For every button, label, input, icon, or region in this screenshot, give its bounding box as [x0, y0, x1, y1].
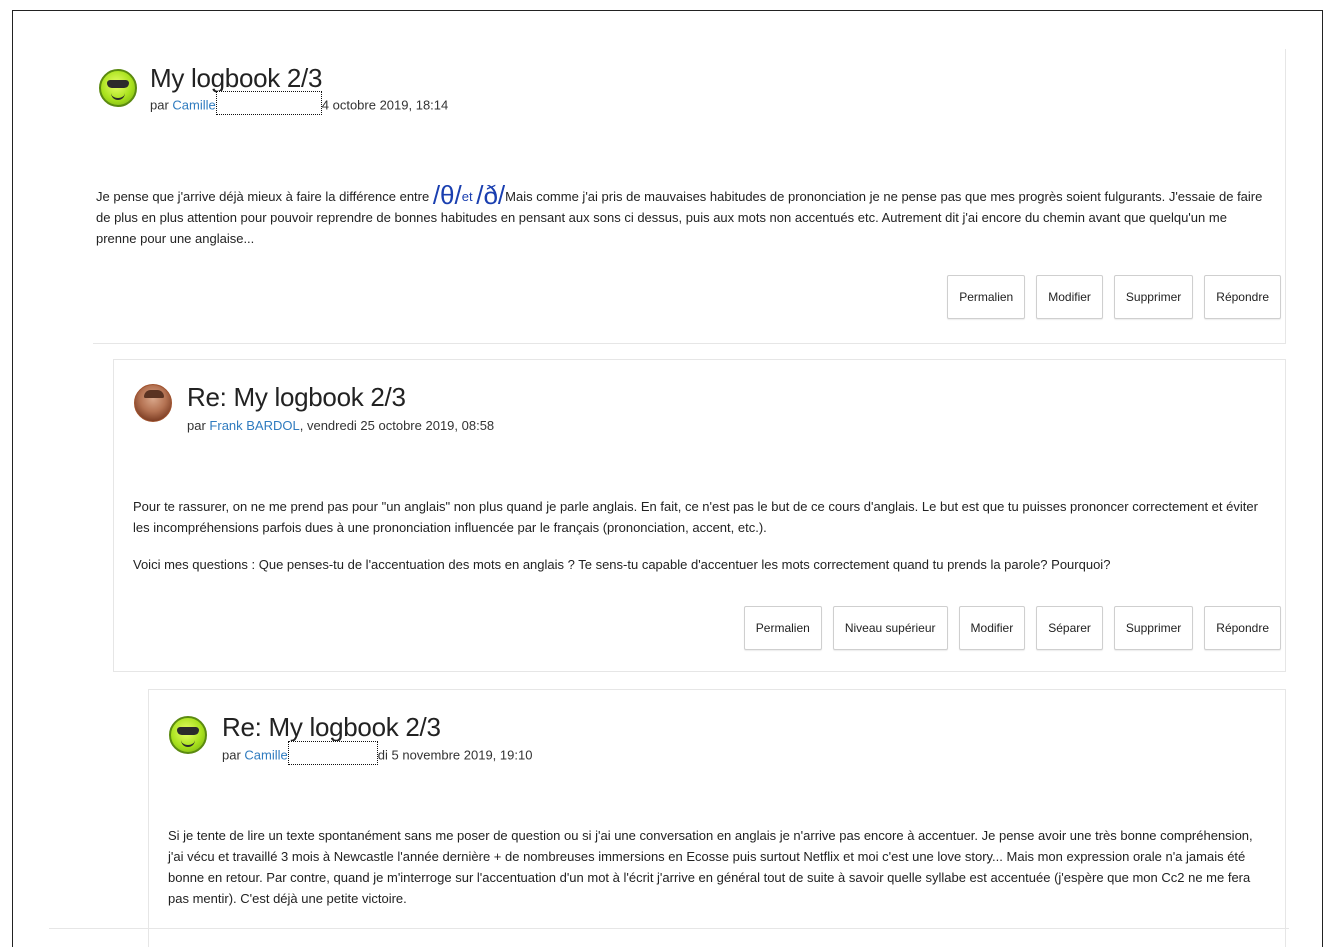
permalink-button[interactable]: Permalien: [947, 275, 1026, 319]
post-meta: par Camille 4 octobre 2019, 18:14: [150, 91, 449, 115]
author-link[interactable]: Camille: [172, 97, 215, 112]
reply-button[interactable]: Répondre: [1204, 606, 1281, 650]
post-meta: par Camille di 5 novembre 2019, 19:10: [222, 741, 533, 765]
parent-post-button[interactable]: Niveau supérieur: [832, 606, 948, 650]
post-title: My logbook 2/3: [150, 63, 323, 93]
author-link[interactable]: Frank BARDOL: [209, 418, 299, 433]
forum-post: My logbook 2/3 par Camille 4 octobre 2019…: [93, 49, 1286, 344]
author-link[interactable]: Camille: [244, 747, 287, 762]
redaction-box: [215, 91, 322, 115]
user-avatar[interactable]: [99, 69, 137, 107]
post-title: Re: My logbook 2/3: [222, 712, 441, 742]
by-label: par: [187, 418, 206, 433]
post-body: Pour te rassurer, on ne me prend pas pou…: [133, 496, 1268, 591]
post-date: , vendredi 25 octobre 2019, 08:58: [299, 418, 495, 433]
forum-thread: My logbook 2/3 par Camille 4 octobre 2019…: [12, 10, 1323, 947]
divider: [49, 928, 1289, 929]
edit-button[interactable]: Modifier: [958, 606, 1026, 650]
split-button[interactable]: Séparer: [1036, 606, 1103, 650]
by-label: par: [150, 97, 169, 113]
post-body: Je pense que j'arrive déjà mieux à faire…: [96, 182, 1266, 249]
post-date: 4 octobre 2019, 18:14: [321, 97, 449, 113]
post-title: Re: My logbook 2/3: [187, 382, 406, 412]
permalink-button[interactable]: Permalien: [743, 606, 822, 650]
conjunction-text: et: [461, 189, 473, 204]
by-label: par: [222, 747, 241, 763]
post-actions: Permalien Niveau supérieur Modifier Sépa…: [743, 606, 1281, 650]
post-date: di 5 novembre 2019, 19:10: [377, 747, 533, 763]
redaction-box: [287, 741, 378, 765]
forum-post-reply: Re: My logbook 2/3 par Frank BARDOL, ven…: [113, 359, 1286, 672]
edit-button[interactable]: Modifier: [1036, 275, 1103, 319]
user-avatar[interactable]: [134, 384, 172, 422]
body-paragraph: Pour te rassurer, on ne me prend pas pou…: [133, 499, 1258, 535]
phoneme-eth: /ð/: [476, 180, 506, 210]
user-avatar[interactable]: [169, 716, 207, 754]
post-body: Si je tente de lire un texte spontanémen…: [168, 825, 1268, 925]
body-paragraph: Voici mes questions : Que penses-tu de l…: [133, 557, 1111, 572]
delete-button[interactable]: Supprimer: [1113, 275, 1194, 319]
post-actions: Permalien Modifier Supprimer Répondre: [947, 275, 1281, 319]
reply-button[interactable]: Répondre: [1204, 275, 1281, 319]
body-paragraph: Si je tente de lire un texte spontanémen…: [168, 828, 1253, 906]
post-meta: par Frank BARDOL, vendredi 25 octobre 20…: [187, 418, 494, 433]
forum-post-reply: Re: My logbook 2/3 par Camille di 5 novem…: [148, 689, 1286, 947]
body-text-part1: Je pense que j'arrive déjà mieux à faire…: [96, 189, 433, 204]
phoneme-theta: /θ/: [432, 180, 462, 210]
delete-button[interactable]: Supprimer: [1113, 606, 1194, 650]
